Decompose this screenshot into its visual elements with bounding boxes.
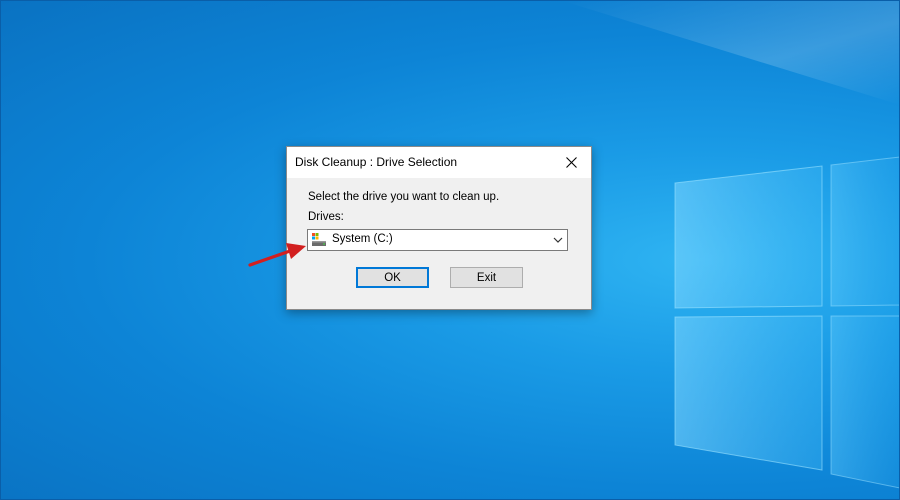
dialog-body: Select the drive you want to clean up. D… xyxy=(287,178,591,309)
selected-drive: System (C:) xyxy=(332,233,393,245)
logo-pane-top-right xyxy=(830,156,900,307)
ok-button-label: OK xyxy=(384,271,401,284)
dialog-title: Disk Cleanup : Drive Selection xyxy=(295,155,458,169)
close-button[interactable] xyxy=(551,147,591,178)
arrow-icon xyxy=(248,243,306,267)
drives-dropdown[interactable]: System (C:) xyxy=(307,229,568,251)
logo-pane-top-left xyxy=(674,165,823,309)
chevron-down-icon[interactable] xyxy=(552,235,564,245)
exit-button[interactable]: Exit xyxy=(450,267,523,288)
exit-button-label: Exit xyxy=(476,271,497,284)
close-icon xyxy=(565,157,577,168)
disk-cleanup-dialog: Disk Cleanup : Drive Selection Select th… xyxy=(286,146,592,310)
logo-pane-bottom-right xyxy=(830,315,900,489)
instruction-text: Select the drive you want to clean up. xyxy=(308,191,500,203)
drive-icon xyxy=(312,233,326,246)
dialog-titlebar[interactable]: Disk Cleanup : Drive Selection xyxy=(287,147,591,178)
logo-pane-bottom-left xyxy=(674,315,823,471)
desktop: Disk Cleanup : Drive Selection Select th… xyxy=(0,0,900,500)
light-beam xyxy=(560,0,900,105)
drives-label: Drives: xyxy=(308,211,344,223)
ok-button[interactable]: OK xyxy=(356,267,429,288)
